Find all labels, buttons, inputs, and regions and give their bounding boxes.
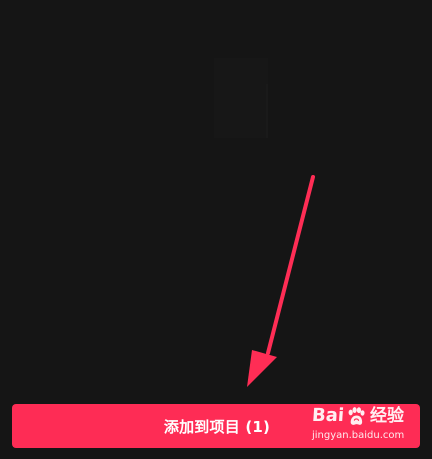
blank-media-preview [214,58,268,138]
dark-preview-screen: 添加到项目 (1) Bai 经验 jingyan.baidu.com [0,0,432,459]
add-to-project-button[interactable]: 添加到项目 (1) [12,404,420,448]
add-to-project-label: 添加到项目 (1) [163,417,271,436]
